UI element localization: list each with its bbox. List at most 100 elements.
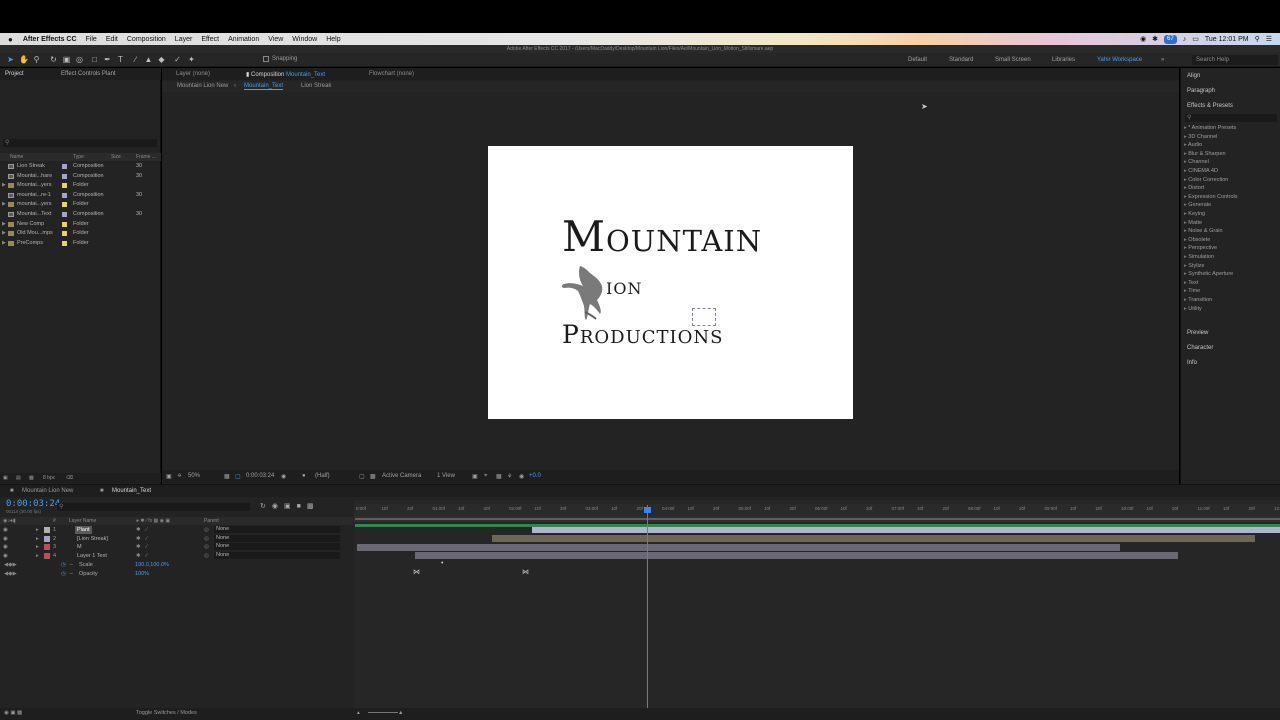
menu-file[interactable]: File [86, 36, 97, 43]
align-panel-header[interactable]: Align [1187, 73, 1200, 79]
expand-triangle-icon[interactable]: ▸ [36, 552, 39, 560]
camera-tool-icon[interactable]: ▣ [62, 55, 71, 64]
pen-tool-icon[interactable]: ✒ [103, 55, 112, 64]
workspace-yahir[interactable]: Yahir Workspace [1097, 57, 1142, 63]
wifi-icon[interactable]: ◉ [1140, 35, 1146, 43]
expand-triangle-icon[interactable]: ▸ [1184, 280, 1187, 286]
project-search-input[interactable]: ⚲ [3, 139, 157, 147]
expand-triangle-icon[interactable]: ▸ [36, 543, 39, 551]
notification-icon[interactable]: ☰ [1266, 35, 1272, 43]
expand-triangle-icon[interactable]: ▶ [2, 200, 6, 209]
layer-label-color[interactable] [44, 544, 50, 551]
layer-property-row[interactable]: ◀◆▶ ◷ ∽ Opacity 100% [0, 570, 353, 578]
pick-whip-icon[interactable]: ◎ [204, 552, 209, 560]
rectangle-tool-icon[interactable]: □ [90, 55, 99, 64]
timeline-search-input[interactable]: ⚲ [57, 503, 250, 511]
expand-triangle-icon[interactable]: ▸ [1184, 142, 1187, 148]
pan-behind-tool-icon[interactable]: ◎ [75, 55, 84, 64]
paragraph-panel-header[interactable]: Paragraph [1187, 88, 1215, 94]
effect-category[interactable]: ▸ Synthetic Aperture [1184, 270, 1233, 278]
expand-triangle-icon[interactable]: ▸ [1184, 237, 1187, 243]
work-area-bar[interactable] [355, 518, 1280, 520]
project-item[interactable]: Lion Streak Composition 30 [0, 162, 161, 171]
layer-name[interactable]: Layer 1 Text [77, 552, 107, 560]
zoom-level[interactable]: 50% [188, 473, 200, 479]
graph-editor-icon[interactable]: ∽ [69, 570, 74, 578]
zoom-in-icon[interactable]: ▲ [398, 710, 403, 716]
puppet-tool-icon[interactable]: ✦ [187, 55, 196, 64]
project-item[interactable]: Mountai...Text Composition 30 [0, 210, 161, 219]
expand-triangle-icon[interactable]: ▶ [2, 220, 6, 229]
nav-mountain-lion-new[interactable]: Mountain Lion New [177, 83, 228, 89]
opacity-keyframe-1[interactable]: ⋈ [413, 568, 420, 576]
visibility-eye-icon[interactable]: ◉ [3, 552, 8, 560]
visibility-eye-icon[interactable]: ◉ [3, 535, 8, 543]
effect-category[interactable]: ▸ Noise & Grain [1184, 227, 1223, 235]
interpret-footage-icon[interactable]: ▣ [3, 475, 8, 481]
layer-bar-layer-1-text[interactable] [415, 552, 1178, 559]
effect-category[interactable]: ▸ Obsolete [1184, 236, 1210, 244]
menu-effect[interactable]: Effect [201, 36, 219, 43]
expand-triangle-icon[interactable]: ▸ [1184, 202, 1187, 208]
label-color-swatch[interactable] [62, 192, 67, 198]
timeline-tab-close-icon[interactable]: ■ [10, 488, 14, 494]
expand-triangle-icon[interactable]: ▶ [2, 239, 6, 248]
expand-triangle-icon[interactable]: ▸ [1184, 151, 1187, 157]
color-channel-icon[interactable]: ● [302, 473, 306, 479]
nav-lion-streak[interactable]: Lion Streak [301, 83, 331, 89]
expand-triangle-icon[interactable]: ▸ [1184, 297, 1187, 303]
effect-category[interactable]: ▸ Channel [1184, 158, 1209, 166]
viewer-timecode[interactable]: 0:00:03:24 [246, 473, 274, 479]
menu-composition[interactable]: Composition [127, 36, 166, 43]
av-switches-header-icon[interactable]: ◉♪●▮ [3, 518, 16, 524]
layer-bar-lion-streak[interactable] [492, 535, 1255, 542]
clock[interactable]: Tue 12:01 PM [1205, 36, 1249, 43]
effect-category[interactable]: ▸ Text [1184, 279, 1198, 287]
parent-select[interactable]: None [214, 534, 340, 542]
effect-category[interactable]: ▸ Matte [1184, 219, 1202, 227]
layer-name[interactable]: M [77, 543, 82, 551]
header-frame[interactable]: Frame ... [136, 154, 156, 160]
layer-row[interactable]: ◉ ▸ 4 Layer 1 Text ✱ ∕ ◎ None [0, 551, 353, 560]
effect-category[interactable]: ▸ Color Correction [1184, 176, 1228, 184]
view-layout-select[interactable]: 1 View [437, 473, 455, 479]
tab-flowchart[interactable]: Flowchart (none) [369, 71, 414, 77]
effect-category[interactable]: ▸ Stylize [1184, 262, 1205, 270]
timeline-tab-mountain-text[interactable]: Mountain_Text [112, 488, 151, 494]
expand-triangle-icon[interactable]: ▸ [1184, 288, 1187, 294]
expand-triangle-icon[interactable]: ▸ [36, 535, 39, 543]
layer-switches-icons[interactable]: ✱ ∕ [136, 552, 149, 560]
apple-menu-icon[interactable]: ● [8, 35, 13, 44]
layer-switches-icons[interactable]: ✱ ∕ [136, 543, 149, 551]
pick-whip-icon[interactable]: ◎ [204, 543, 209, 551]
switches-header-icons[interactable]: ● ✱ ∕ fx ▦ ◉ ▣ [136, 518, 170, 524]
mask-visibility-icon[interactable]: ▢ [235, 473, 241, 480]
layer-name[interactable]: Plant [75, 526, 92, 534]
layer-name-header[interactable]: Layer Name [69, 518, 96, 524]
menu-layer[interactable]: Layer [175, 36, 193, 43]
effect-category[interactable]: ▸ Perspective [1184, 244, 1217, 252]
parent-select[interactable]: None [214, 543, 340, 551]
app-menu[interactable]: After Effects CC [23, 36, 77, 43]
comp-canvas[interactable]: Mountain ion Productions [488, 146, 853, 419]
label-color-swatch[interactable] [62, 212, 67, 217]
grid-icon[interactable]: ▦ [224, 473, 230, 480]
expand-triangle-icon[interactable]: ▸ [1184, 245, 1187, 251]
snapshot-icon[interactable]: ◉ [281, 473, 286, 480]
effect-category[interactable]: ▸ Generate [1184, 201, 1211, 209]
expand-triangle-icon[interactable]: ▸ [1184, 228, 1187, 234]
keyframe-nav-icon[interactable]: ◀◆▶ [4, 561, 17, 569]
hand-tool-icon[interactable]: ✋ [19, 55, 29, 64]
workspace-libraries[interactable]: Libraries [1052, 57, 1075, 63]
effect-category[interactable]: ▸ Keying [1184, 210, 1205, 218]
label-color-swatch[interactable] [62, 221, 67, 227]
region-of-interest-icon[interactable]: ▢ [359, 473, 365, 480]
layer-bar-m[interactable] [357, 544, 1120, 551]
timeline-tab-mountain-lion-new[interactable]: Mountain Lion New [22, 488, 73, 494]
search-help-input[interactable]: Search Help [1192, 55, 1278, 65]
label-color-swatch[interactable] [62, 164, 67, 169]
brush-tool-icon[interactable]: ∕ [131, 55, 140, 64]
timeline-timecode[interactable]: 0:00:03:24 [6, 499, 60, 509]
expand-triangle-icon[interactable]: ▸ [1184, 220, 1187, 226]
property-value[interactable]: 100.0,100.0% [135, 561, 169, 569]
